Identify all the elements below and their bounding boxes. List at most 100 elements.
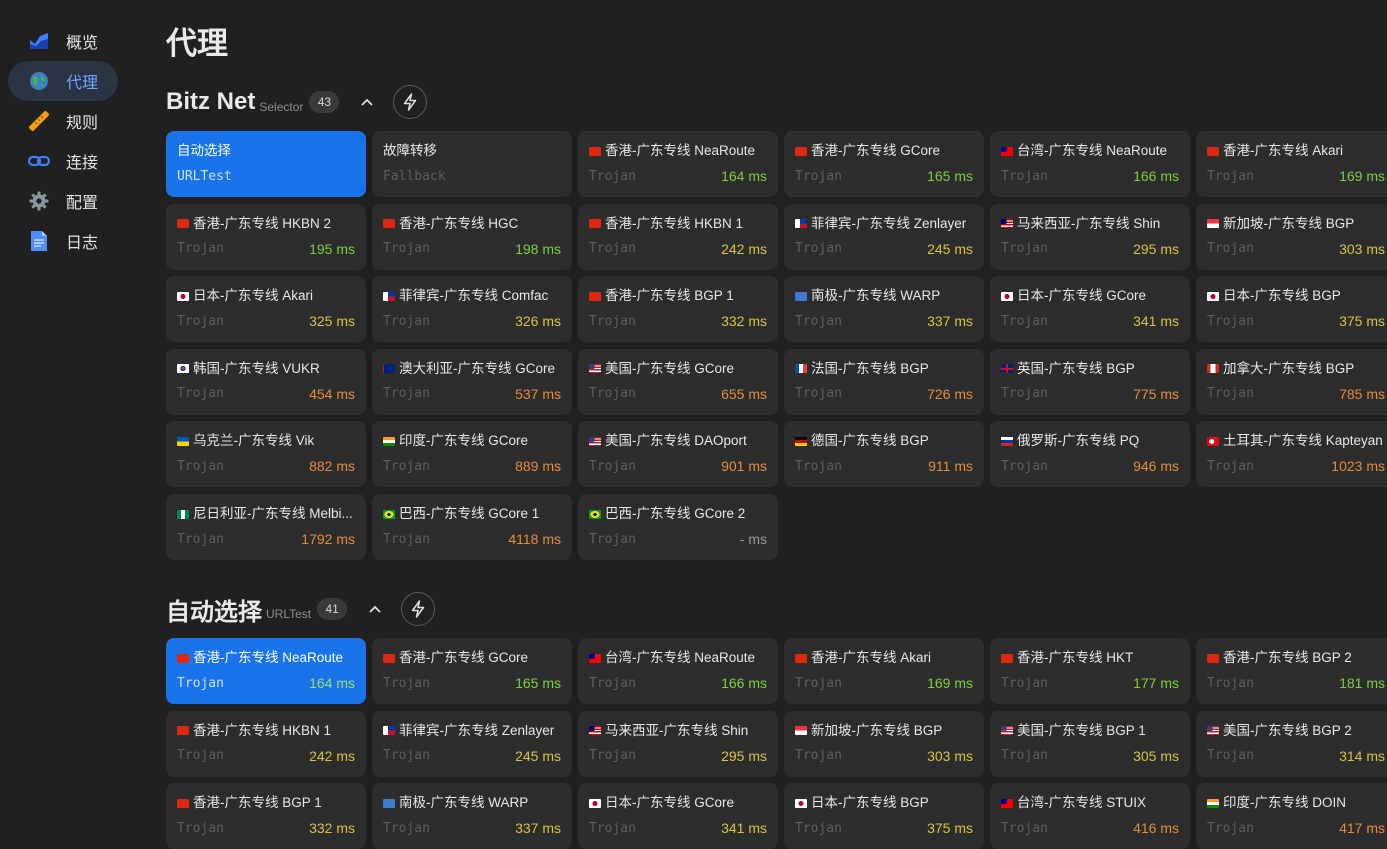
latency-test-button[interactable]: [401, 592, 436, 626]
proxy-card[interactable]: 香港-广东专线 NeaRoute Trojan 164 ms: [166, 638, 366, 704]
proxy-card[interactable]: 巴西-广东专线 GCore 1 Trojan 4118 ms: [372, 494, 572, 560]
proxy-card[interactable]: 美国-广东专线 GCore Trojan 655 ms: [578, 348, 778, 415]
proxy-name-row: 印度-广东专线 GCore: [383, 432, 561, 450]
proxy-delay: 165 ms: [927, 168, 973, 184]
proxy-name-row: 土耳其-广东专线 Kapteyan: [1207, 432, 1385, 450]
proxy-name-row: 台湾-广东专线 STUIX: [1001, 794, 1179, 812]
flag-br-icon: [589, 509, 601, 519]
proxy-meta: Trojan 785 ms: [1207, 385, 1385, 403]
proxy-card[interactable]: 香港-广东专线 HKT Trojan 177 ms: [990, 638, 1190, 704]
proxy-type: Trojan: [383, 458, 430, 474]
proxy-type: Trojan: [1207, 313, 1254, 329]
flag-gb-icon: [1001, 364, 1013, 374]
proxy-card[interactable]: 菲律宾-广东专线 Comfac Trojan 326 ms: [372, 276, 572, 343]
proxy-card[interactable]: 加拿大-广东专线 BGP Trojan 785 ms: [1196, 348, 1387, 415]
sidebar-item-chart[interactable]: 概览: [8, 21, 118, 61]
proxy-card[interactable]: 澳大利亚-广东专线 GCore Trojan 537 ms: [372, 348, 572, 415]
proxy-name-row: 香港-广东专线 GCore: [383, 649, 561, 667]
proxy-card[interactable]: 菲律宾-广东专线 Zenlayer Trojan 245 ms: [372, 710, 572, 777]
proxy-card[interactable]: 马来西亚-广东专线 Shin Trojan 295 ms: [990, 203, 1190, 270]
proxy-card[interactable]: 英国-广东专线 BGP Trojan 775 ms: [990, 348, 1190, 415]
proxy-name-row: 菲律宾-广东专线 Zenlayer: [383, 722, 561, 740]
proxy-name-row: 香港-广东专线 HGC: [383, 215, 561, 233]
proxy-card[interactable]: 台湾-广东专线 STUIX Trojan 416 ms: [990, 783, 1190, 849]
proxy-card[interactable]: 新加坡-广东专线 BGP Trojan 303 ms: [1196, 203, 1387, 270]
proxy-name: 印度-广东专线 DOIN: [1223, 795, 1346, 811]
sidebar-item-gear[interactable]: 配置: [8, 181, 118, 221]
proxy-card[interactable]: 香港-广东专线 BGP 1 Trojan 332 ms: [578, 276, 778, 343]
sidebar-item-link[interactable]: 连接: [8, 141, 118, 181]
flag-us-icon: [1001, 726, 1013, 736]
proxy-card[interactable]: 德国-广东专线 BGP Trojan 911 ms: [784, 421, 984, 488]
proxy-name: 英国-广东专线 BGP: [1017, 360, 1135, 376]
proxy-card[interactable]: 香港-广东专线 HKBN 1 Trojan 242 ms: [166, 710, 366, 777]
flag-ph-icon: [795, 219, 807, 229]
proxy-card[interactable]: 香港-广东专线 GCore Trojan 165 ms: [784, 131, 984, 197]
proxy-name: 美国-广东专线 GCore: [605, 360, 735, 376]
proxy-card[interactable]: 俄罗斯-广东专线 PQ Trojan 946 ms: [990, 421, 1190, 488]
proxy-count-badge: 41: [317, 598, 348, 620]
proxy-card[interactable]: 印度-广东专线 GCore Trojan 889 ms: [372, 421, 572, 488]
proxy-card[interactable]: 尼日利亚-广东专线 Melbi... Trojan 1792 ms: [166, 494, 366, 560]
proxy-card[interactable]: 香港-广东专线 BGP 2 Trojan 181 ms: [1196, 638, 1387, 704]
proxy-card[interactable]: 香港-广东专线 HKBN 2 Trojan 195 ms: [166, 203, 366, 270]
proxy-card[interactable]: 香港-广东专线 GCore Trojan 165 ms: [372, 638, 572, 704]
proxy-delay: 946 ms: [1133, 458, 1179, 475]
proxy-card[interactable]: 香港-广东专线 Akari Trojan 169 ms: [1196, 131, 1387, 197]
collapse-button[interactable]: [357, 92, 377, 112]
proxy-name: 菲律宾-广东专线 Zenlayer: [811, 215, 967, 231]
latency-test-button[interactable]: [393, 85, 428, 119]
proxy-card[interactable]: 日本-广东专线 BGP Trojan 375 ms: [1196, 276, 1387, 343]
proxy-card[interactable]: 土耳其-广东专线 Kapteyan Trojan 1023 ms: [1196, 421, 1387, 488]
proxy-name: 印度-广东专线 GCore: [399, 433, 529, 449]
proxy-meta: Trojan 537 ms: [383, 385, 561, 403]
flag-ua-icon: [177, 436, 189, 446]
proxy-name-row: 美国-广东专线 BGP 1: [1001, 722, 1179, 740]
proxy-meta: Trojan 1792 ms: [177, 530, 355, 548]
proxy-card[interactable]: 日本-广东专线 Akari Trojan 325 ms: [166, 276, 366, 343]
proxy-card[interactable]: 香港-广东专线 BGP 1 Trojan 332 ms: [166, 783, 366, 849]
proxy-card[interactable]: 香港-广东专线 HGC Trojan 198 ms: [372, 203, 572, 270]
proxy-card[interactable]: 台湾-广东专线 NeaRoute Trojan 166 ms: [578, 638, 778, 704]
globe-icon: [28, 70, 50, 92]
proxy-delay: 198 ms: [515, 240, 561, 257]
proxy-type: Trojan: [589, 313, 636, 329]
proxy-card[interactable]: 印度-广东专线 DOIN Trojan 417 ms: [1196, 783, 1387, 849]
sidebar-item-globe[interactable]: 代理: [8, 61, 118, 101]
proxy-card[interactable]: 美国-广东专线 DAOport Trojan 901 ms: [578, 421, 778, 488]
proxy-meta: Trojan 946 ms: [1001, 457, 1179, 475]
proxy-delay: 164 ms: [309, 675, 355, 691]
flag-my-icon: [589, 726, 601, 736]
proxy-card[interactable]: 日本-广东专线 GCore Trojan 341 ms: [578, 783, 778, 849]
proxy-card[interactable]: 香港-广东专线 Akari Trojan 169 ms: [784, 638, 984, 704]
flag-jp-icon: [177, 291, 189, 301]
proxy-delay: 375 ms: [927, 820, 973, 837]
proxy-card[interactable]: 菲律宾-广东专线 Zenlayer Trojan 245 ms: [784, 203, 984, 270]
proxy-card[interactable]: 马来西亚-广东专线 Shin Trojan 295 ms: [578, 710, 778, 777]
proxy-card[interactable]: 美国-广东专线 BGP 1 Trojan 305 ms: [990, 710, 1190, 777]
proxy-card[interactable]: 故障转移 Fallback: [372, 131, 572, 197]
proxy-card[interactable]: 韩国-广东专线 VUKR Trojan 454 ms: [166, 348, 366, 415]
proxy-delay: 295 ms: [721, 747, 767, 764]
proxy-card[interactable]: 南极-广东专线 WARP Trojan 337 ms: [372, 783, 572, 849]
proxy-card[interactable]: 法国-广东专线 BGP Trojan 726 ms: [784, 348, 984, 415]
proxy-card[interactable]: 日本-广东专线 BGP Trojan 375 ms: [784, 783, 984, 849]
proxy-card[interactable]: 乌克兰-广东专线 Vik Trojan 882 ms: [166, 421, 366, 488]
proxy-name: 美国-广东专线 DAOport: [605, 433, 747, 449]
proxy-card[interactable]: 香港-广东专线 HKBN 1 Trojan 242 ms: [578, 203, 778, 270]
collapse-button[interactable]: [365, 599, 385, 619]
proxy-card[interactable]: 自动选择 URLTest: [166, 131, 366, 197]
proxy-name-row: 美国-广东专线 BGP 2: [1207, 722, 1385, 740]
proxy-meta: Trojan 181 ms: [1207, 674, 1385, 692]
proxy-card[interactable]: 台湾-广东专线 NeaRoute Trojan 166 ms: [990, 131, 1190, 197]
proxy-name: 日本-广东专线 BGP: [811, 795, 929, 811]
proxy-card[interactable]: 美国-广东专线 BGP 2 Trojan 314 ms: [1196, 710, 1387, 777]
proxy-card[interactable]: 南极-广东专线 WARP Trojan 337 ms: [784, 276, 984, 343]
proxy-delay: 303 ms: [927, 747, 973, 764]
proxy-card[interactable]: 日本-广东专线 GCore Trojan 341 ms: [990, 276, 1190, 343]
sidebar-item-ruler[interactable]: 规则: [8, 101, 118, 141]
sidebar-item-document[interactable]: 日志: [8, 221, 118, 261]
proxy-card[interactable]: 巴西-广东专线 GCore 2 Trojan - ms: [578, 494, 778, 560]
proxy-card[interactable]: 香港-广东专线 NeaRoute Trojan 164 ms: [578, 131, 778, 197]
proxy-card[interactable]: 新加坡-广东专线 BGP Trojan 303 ms: [784, 710, 984, 777]
